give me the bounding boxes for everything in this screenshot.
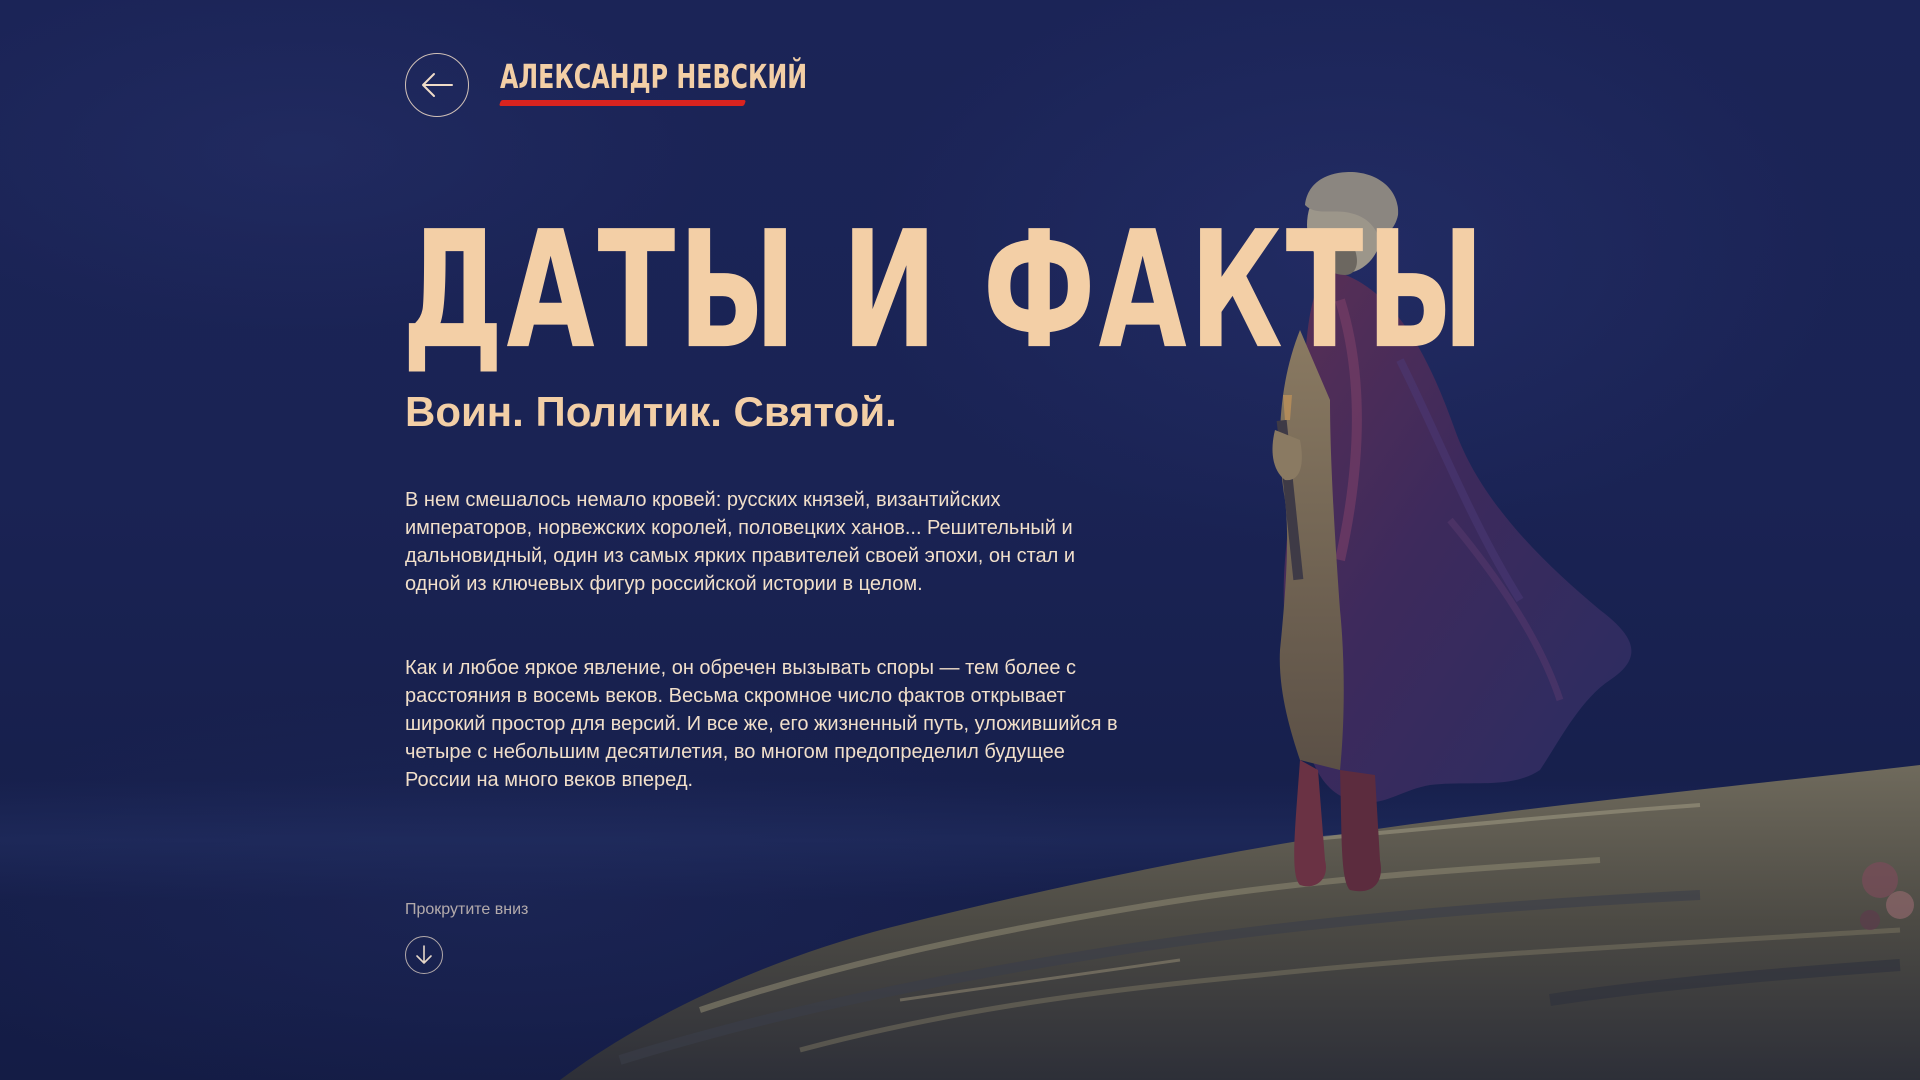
- logo-underline: [498, 100, 747, 106]
- background-haze: [0, 780, 1920, 900]
- scroll-down-button[interactable]: [405, 936, 443, 974]
- logo-link[interactable]: АЛЕКСАНДР НЕВСКИЙ: [498, 58, 807, 110]
- page-subtitle: Воин. Политик. Святой.: [405, 388, 897, 435]
- page: АЛЕКСАНДР НЕВСКИЙ ДАТЫ И ФАКТЫ Воин. Пол…: [0, 0, 1920, 1080]
- scroll-down-label: Прокрутите вниз: [405, 901, 529, 918]
- arrow-down-icon: [416, 945, 432, 964]
- intro-paragraph-1: В нем смешалось немало кровей: русских к…: [405, 489, 1076, 595]
- page-title: ДАТЫ И ФАКТЫ: [402, 196, 1488, 385]
- arrow-left-icon: [422, 73, 453, 97]
- logo-text: АЛЕКСАНДР НЕВСКИЙ: [500, 57, 808, 96]
- intro-paragraph-2: Как и любое яркое явление, он обречен вы…: [405, 657, 1118, 791]
- back-button[interactable]: [405, 53, 469, 117]
